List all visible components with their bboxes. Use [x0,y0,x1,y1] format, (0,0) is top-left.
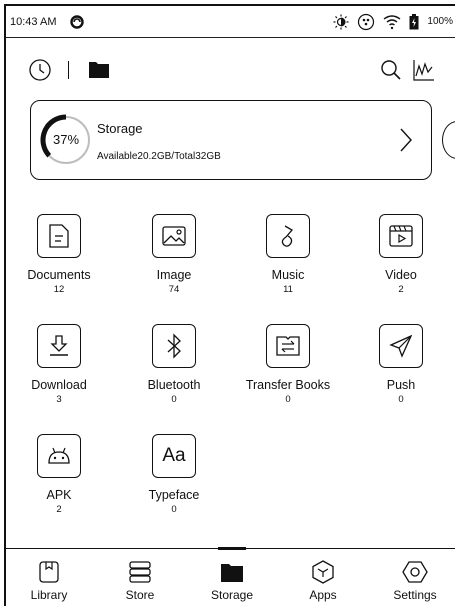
nav-apps[interactable]: Apps [283,558,363,602]
status-bar: 10:43 AM 100% [6,6,455,38]
category-count: 74 [168,284,180,295]
nav-label: Apps [309,588,337,602]
category-typeface[interactable]: Aa Typeface 0 [119,434,229,516]
category-count: 3 [56,394,62,405]
light-icon[interactable] [357,13,375,31]
brightness-icon[interactable] [333,14,349,30]
storage-folder-icon [220,561,244,583]
nav-label: Storage [210,588,254,602]
battery-icon [409,13,419,30]
storage-percent: 37% [52,132,80,147]
category-download[interactable]: Download 3 [4,324,114,406]
document-icon [37,214,81,258]
category-count: 2 [56,504,62,515]
nav-label: Settings [393,588,437,602]
nav-library[interactable]: Library [9,558,89,602]
history-icon[interactable] [28,58,52,82]
music-icon [266,214,310,258]
category-count: 12 [53,284,65,295]
search-icon[interactable] [380,59,402,81]
category-push[interactable]: Push 0 [346,324,455,406]
sync-icon [70,14,85,29]
battery-percent: 100% [427,16,453,27]
bluetooth-icon [152,324,196,368]
nav-store[interactable]: Store [100,558,180,602]
typeface-glyph: Aa [162,445,186,466]
category-label: Music [271,268,305,282]
statistics-icon[interactable] [412,58,436,82]
download-icon [37,324,81,368]
nav-storage[interactable]: Storage [192,558,272,602]
push-icon [379,324,423,368]
category-count: 0 [398,394,404,405]
category-label: Push [386,378,416,392]
nav-label: Store [125,588,155,602]
storage-card[interactable]: 37% Storage Available20.2GB/Total32GB [30,100,432,180]
status-time: 10:43 AM [10,15,57,28]
category-bluetooth[interactable]: Bluetooth 0 [119,324,229,406]
storage-info: Available20.2GB/Total32GB [97,151,221,162]
category-count: 2 [398,284,404,295]
category-documents[interactable]: Documents 12 [4,214,114,296]
category-count: 0 [171,394,177,405]
library-icon [38,560,60,584]
category-label: Video [385,268,417,282]
category-label: Image [156,268,192,282]
android-icon [37,434,81,478]
image-icon [152,214,196,258]
store-icon [127,560,153,584]
video-icon [379,214,423,258]
storage-title: Storage [97,121,143,136]
storage-usage-ring: 37% [39,113,93,167]
toolbar [28,58,438,84]
folder-icon[interactable] [88,59,110,79]
transfer-books-icon [266,324,310,368]
category-label: Transfer Books [245,378,331,392]
typeface-icon: Aa [152,434,196,478]
toolbar-divider [68,61,69,79]
category-video[interactable]: Video 2 [346,214,455,296]
apps-icon [311,560,335,584]
category-count: 0 [285,394,291,405]
category-apk[interactable]: APK 2 [4,434,114,516]
settings-icon [402,560,428,584]
chevron-right-icon[interactable] [399,127,413,153]
category-transfer-books[interactable]: Transfer Books 0 [233,324,343,406]
nav-settings[interactable]: Settings [375,558,455,602]
category-label: Documents [27,268,91,282]
category-label: Bluetooth [147,378,201,392]
category-label: Typeface [148,488,200,502]
category-music[interactable]: Music 11 [233,214,343,296]
category-label: APK [46,488,72,502]
category-count: 11 [283,284,293,295]
nav-label: Library [30,588,68,602]
category-image[interactable]: Image 74 [119,214,229,296]
active-tab-indicator [218,547,246,550]
wifi-icon[interactable] [383,14,401,30]
category-count: 0 [171,504,177,515]
category-label: Download [31,378,87,392]
